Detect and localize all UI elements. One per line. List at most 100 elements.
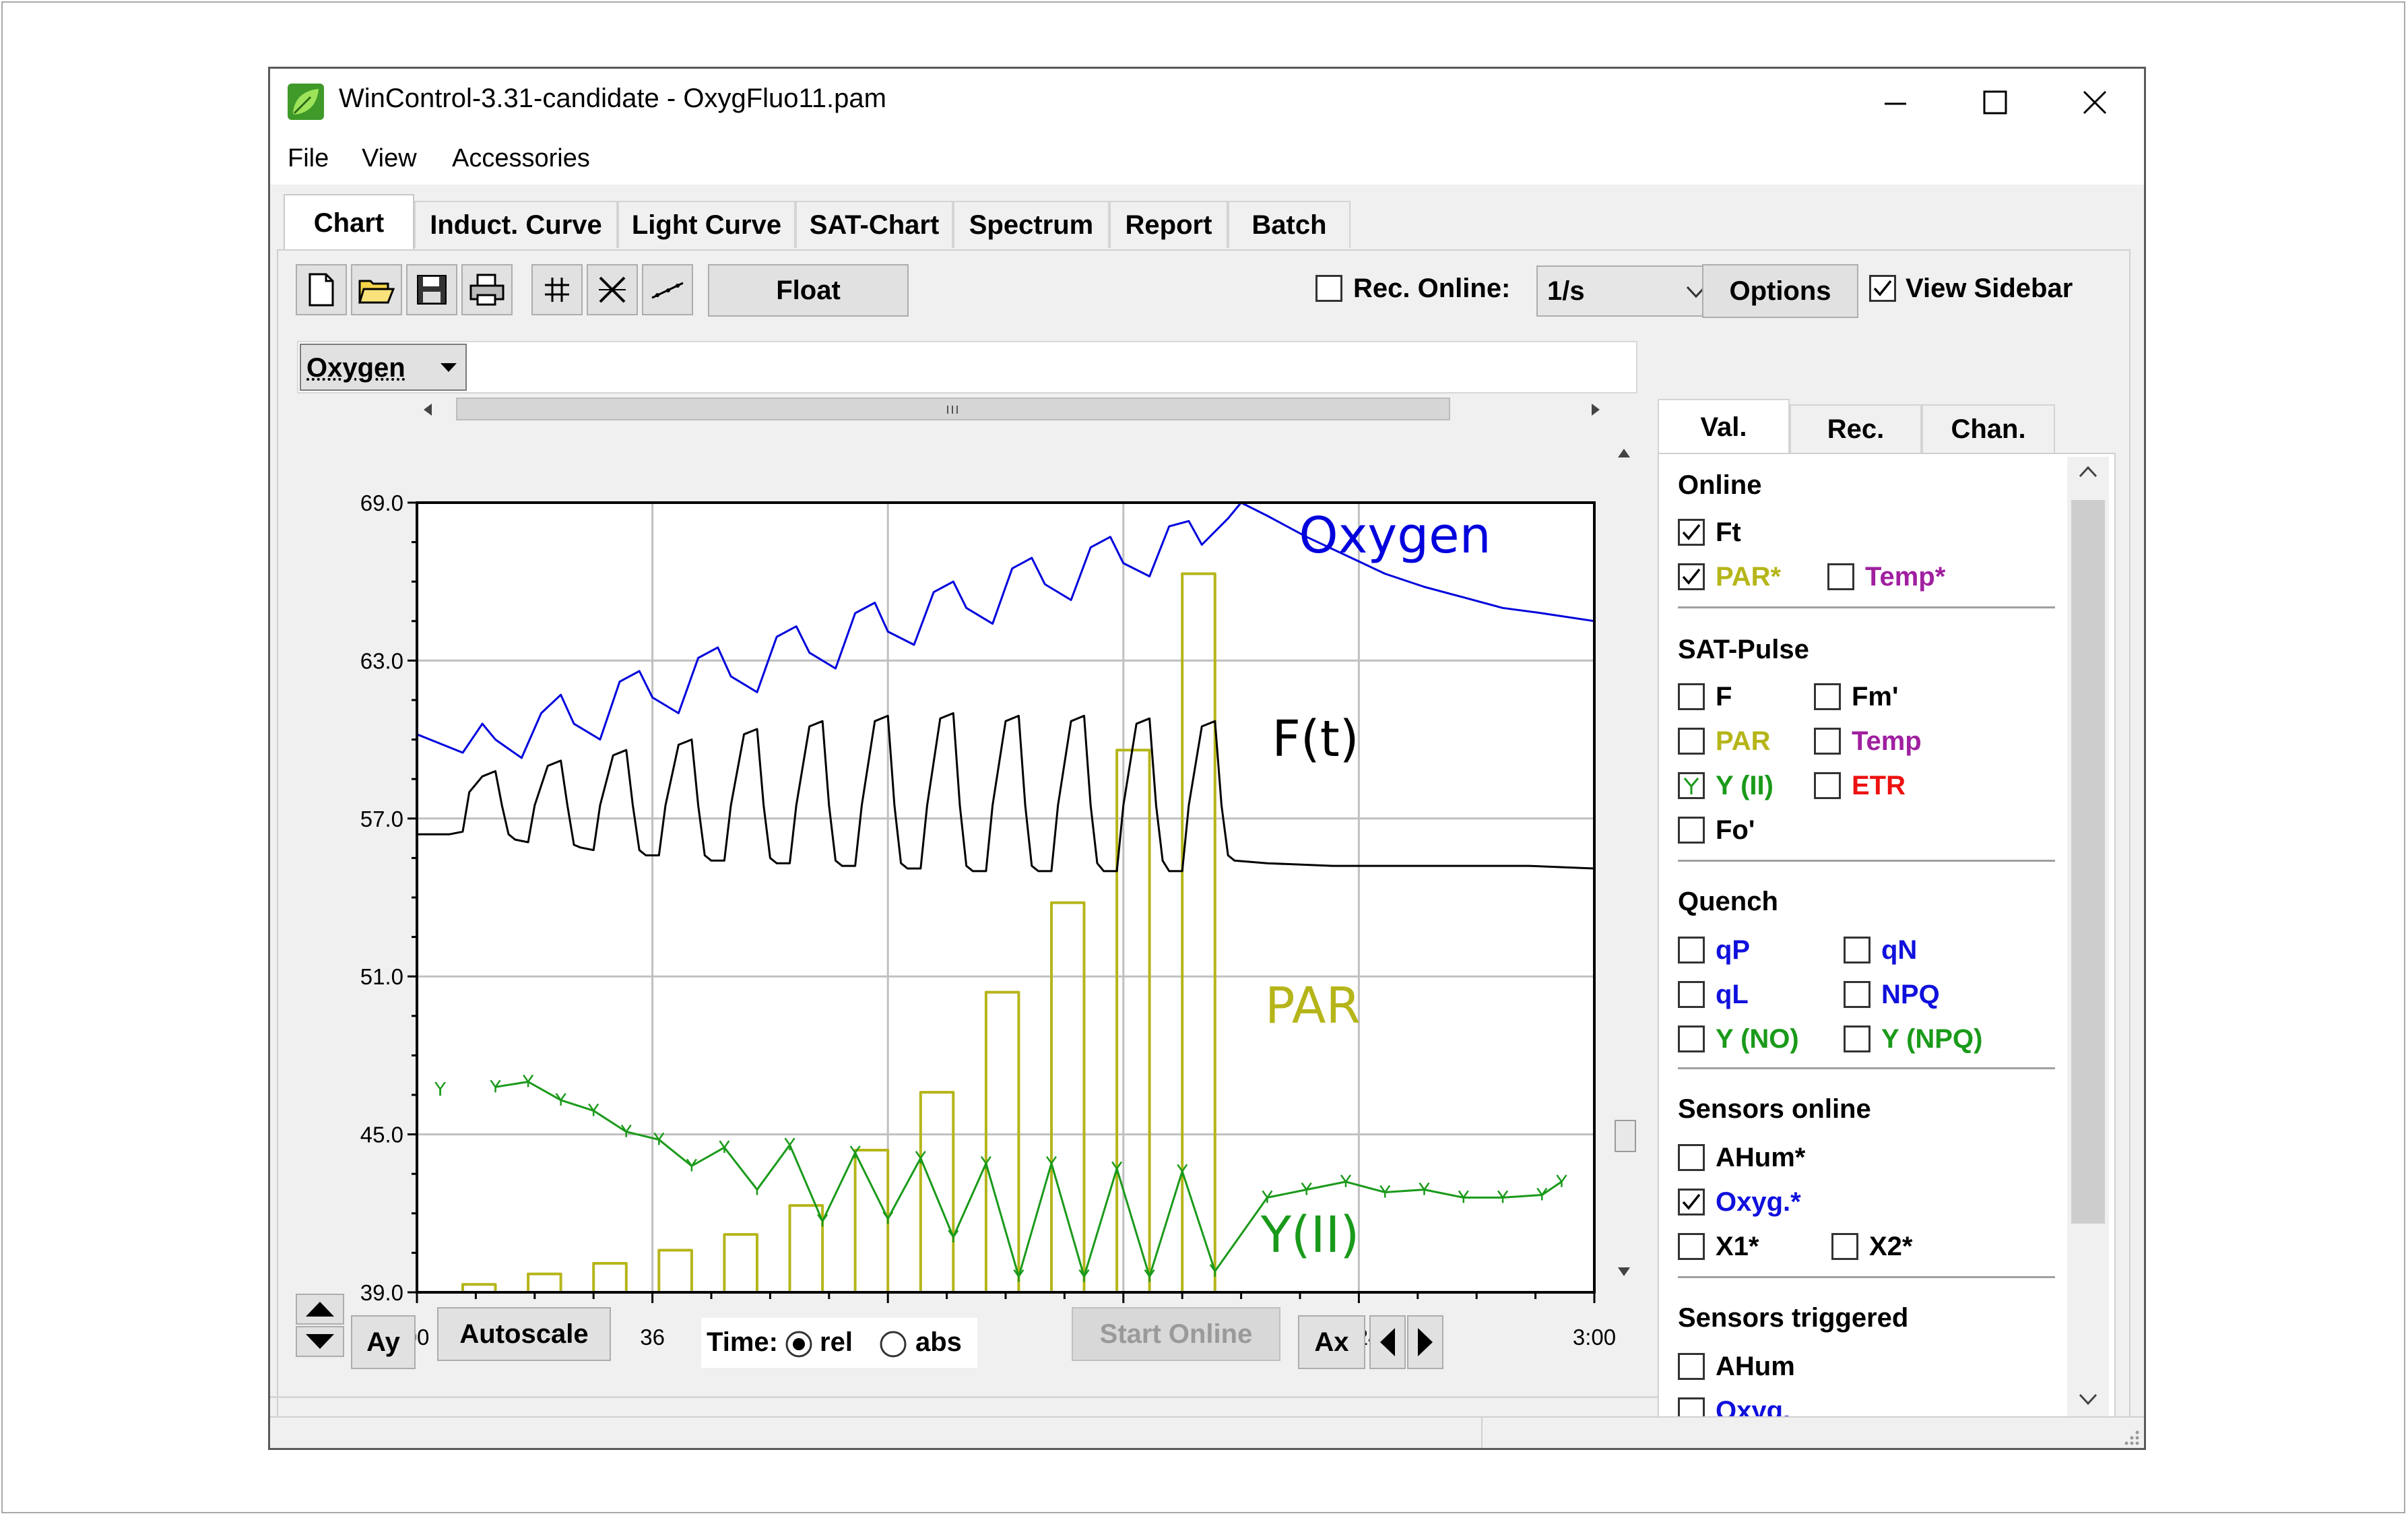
save-button[interactable] (406, 264, 457, 315)
tab-chart[interactable]: Chart (284, 194, 414, 251)
rate-select-value: 1/s (1547, 276, 1585, 306)
start-online-button[interactable]: Start Online (1072, 1307, 1280, 1361)
tab-induct-curve[interactable]: Induct. Curve (414, 201, 618, 248)
maximize-button[interactable] (1945, 69, 2046, 136)
qn-checkbox[interactable] (1844, 937, 1870, 964)
so-x2-checkbox[interactable] (1831, 1233, 1858, 1260)
options-button[interactable]: Options (1702, 264, 1858, 318)
sat-fm-checkbox[interactable] (1814, 683, 1841, 710)
time-abs-label: abs (915, 1327, 962, 1357)
sidebar-tab-chan[interactable]: Chan. (1922, 404, 2055, 453)
section-sensors-online-title: Sensors online (1678, 1094, 1871, 1124)
autoscale-button[interactable]: Autoscale (437, 1307, 611, 1361)
y-scroll-up-button[interactable] (296, 1294, 344, 1325)
sat-etr-checkbox[interactable] (1814, 772, 1841, 799)
menu-accessories[interactable]: Accessories (452, 144, 590, 173)
time-rel-label: rel (820, 1327, 853, 1357)
channel-select-value: Oxygen (306, 353, 405, 383)
line-tool-button[interactable] (642, 264, 693, 315)
checkmark-icon (1682, 1193, 1701, 1210)
time-abs-radio[interactable] (879, 1330, 907, 1358)
online-par-checkbox[interactable] (1678, 563, 1705, 590)
new-file-button[interactable] (296, 264, 347, 315)
scroll-right-icon[interactable] (1588, 402, 1604, 418)
so-ahum-checkbox[interactable] (1678, 1144, 1705, 1171)
ql-checkbox[interactable] (1678, 981, 1705, 1008)
y-tick-label: 39.0 (360, 1280, 403, 1305)
minimize-button[interactable] (1845, 69, 1946, 136)
x-scroll-left-button[interactable] (1369, 1315, 1406, 1369)
tab-sat-chart[interactable]: SAT-Chart (795, 201, 953, 248)
sidebar-tab-rec[interactable]: Rec. (1790, 404, 1922, 453)
qn-label: qN (1881, 935, 1918, 965)
status-bar (270, 1416, 2144, 1448)
annotation-oxygen: Oxygen (1299, 507, 1491, 565)
so-x1-label: X1* (1716, 1232, 1759, 1261)
y-tick-label: 63.0 (360, 648, 403, 673)
checkmark-icon (1682, 524, 1701, 540)
scroll-up-icon[interactable] (1616, 446, 1632, 460)
sat-fo-checkbox[interactable] (1678, 817, 1705, 844)
menu-file[interactable]: File (288, 144, 329, 173)
grid-toggle-button[interactable] (531, 264, 583, 315)
annotation-par: PAR (1265, 977, 1361, 1035)
sidebar-scroll-thumb[interactable] (2071, 500, 2105, 1224)
open-folder-icon (358, 280, 395, 304)
tab-light-curve[interactable]: Light Curve (618, 201, 795, 248)
yno-label: Y (NO) (1716, 1024, 1799, 1054)
ay-button[interactable]: Ay (351, 1315, 416, 1369)
so-oxyg-checkbox[interactable] (1678, 1189, 1705, 1215)
rec-online-checkbox[interactable] (1315, 275, 1342, 302)
sat-par-checkbox[interactable] (1678, 728, 1705, 755)
sidebar-scrollbar[interactable] (2067, 457, 2109, 1424)
view-sidebar-checkbox[interactable] (1869, 275, 1896, 302)
horizontal-scroll-thumb[interactable] (456, 398, 1450, 420)
chart-grid (417, 503, 1594, 1292)
tab-batch[interactable]: Batch (1228, 201, 1351, 248)
horizontal-scrollbar[interactable] (417, 396, 1606, 422)
section-sat-title: SAT-Pulse (1678, 635, 1809, 664)
y-tick-label: 69.0 (360, 491, 403, 515)
sidebar-scroll-up-icon[interactable] (2078, 464, 2098, 480)
print-button[interactable] (461, 264, 513, 315)
sidebar-separator (1678, 606, 2055, 608)
ft-checkbox[interactable] (1678, 519, 1705, 546)
ynpq-checkbox[interactable] (1844, 1025, 1870, 1052)
x-scroll-right-button[interactable] (1407, 1315, 1443, 1369)
dropdown-arrow-icon (441, 363, 457, 372)
sat-f-checkbox[interactable] (1678, 683, 1705, 710)
scroll-down-icon[interactable] (1616, 1265, 1632, 1279)
triangle-down-icon (306, 1334, 334, 1349)
tab-report[interactable]: Report (1109, 201, 1228, 248)
cursor-cross-button[interactable] (587, 264, 638, 315)
rate-select[interactable]: 1/s (1536, 265, 1718, 317)
y-marker-icon (1683, 778, 1699, 794)
yno-checkbox[interactable] (1678, 1025, 1705, 1052)
sidebar-tab-val[interactable]: Val. (1658, 399, 1790, 454)
online-temp-checkbox[interactable] (1827, 563, 1854, 590)
close-button[interactable] (2044, 69, 2144, 136)
resize-grip-icon[interactable] (2120, 1426, 2140, 1446)
online-temp-label: Temp* (1865, 562, 1946, 592)
chart-area[interactable]: 69.063.057.051.045.039.000361:121:482:24… (270, 419, 1637, 1362)
open-file-button[interactable] (351, 264, 402, 315)
sat-temp-checkbox[interactable] (1814, 728, 1841, 755)
chart-vertical-scroll-thumb[interactable] (1615, 1120, 1636, 1152)
scroll-left-icon[interactable] (420, 402, 436, 418)
npq-checkbox[interactable] (1844, 981, 1870, 1008)
float-button[interactable]: Float (708, 264, 909, 317)
y-scroll-down-button[interactable] (296, 1326, 344, 1357)
qp-checkbox[interactable] (1678, 937, 1705, 964)
st-ahum-checkbox[interactable] (1678, 1353, 1705, 1380)
tab-spectrum[interactable]: Spectrum (953, 201, 1109, 248)
sat-y2-checkbox[interactable] (1678, 772, 1705, 799)
so-oxyg-label: Oxyg.* (1716, 1187, 1801, 1217)
channel-select[interactable]: Oxygen (300, 344, 467, 391)
new-file-icon (308, 273, 334, 307)
menu-view[interactable]: View (362, 144, 417, 173)
time-rel-radio[interactable] (785, 1330, 813, 1358)
so-x1-checkbox[interactable] (1678, 1233, 1705, 1260)
sidebar-scroll-down-icon[interactable] (2078, 1391, 2098, 1407)
chart-vertical-scrollbar[interactable] (1610, 439, 1637, 1288)
ax-button[interactable]: Ax (1298, 1315, 1365, 1369)
